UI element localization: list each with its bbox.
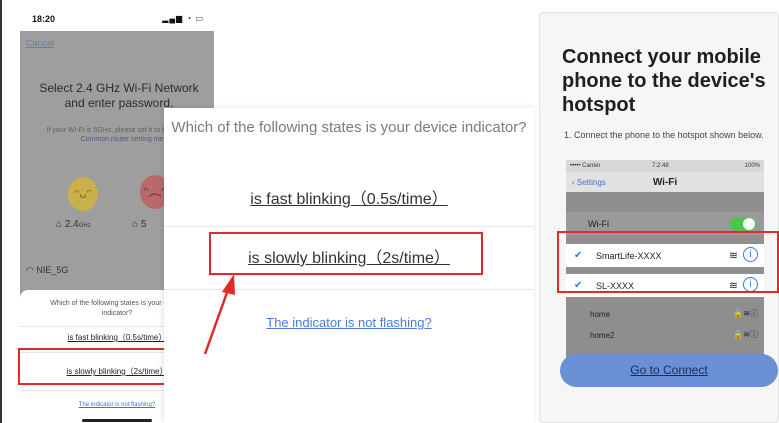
network-row[interactable]: home2 🔒≋ⓘ xyxy=(566,324,764,347)
shot-time: 7:2:48 xyxy=(652,163,669,169)
divider xyxy=(164,226,534,227)
tutorial-screenshot: 18:20 ▂▄▆ ◔ ▭ Cancel Select 2.4 GHz Wi-F… xyxy=(0,0,779,423)
home-indicator xyxy=(82,419,152,422)
zoom-question: Which of the following states is your de… xyxy=(171,119,527,136)
zoom-option-fast-blinking[interactable]: is fast blinking（0.5s/time） xyxy=(164,185,534,209)
status-time: 18:20 xyxy=(32,14,56,24)
right-panel: Connect your mobile phone to the device'… xyxy=(539,12,779,423)
cancel-link[interactable]: Cancel xyxy=(26,38,54,48)
band-2-4ghz[interactable]: ⌂ 2.4GHz xyxy=(56,219,91,230)
highlight-box-right xyxy=(557,231,779,293)
highlight-box-middle xyxy=(209,232,483,275)
status-bar: 18:20 ▂▄▆ ◔ ▭ xyxy=(20,7,214,31)
smile-face-icon: ᵔᴗᵔ xyxy=(68,177,98,211)
band-5ghz[interactable]: ⌂ 5 xyxy=(132,219,146,230)
lock-wifi-info-icon: 🔒≋ⓘ xyxy=(733,330,758,339)
router-icon: ⌂ xyxy=(132,219,139,230)
wifi-icon: ◠ xyxy=(26,265,34,275)
page-title: Select 2.4 GHz Wi-Fi Network and enter p… xyxy=(39,81,199,110)
shot-back-label: Settings xyxy=(576,178,606,187)
lock-wifi-info-icon: 🔒≋ⓘ xyxy=(733,309,758,318)
go-to-connect-button[interactable]: Go to Connect xyxy=(560,354,778,387)
signal-battery-icon: ▂▄▆ ◔ ▭ xyxy=(162,14,204,23)
shot-status-bar: ••••• Carrier 7:2:48 100% xyxy=(566,160,764,172)
zoom-not-flashing-link[interactable]: The indicator is not flashing? xyxy=(164,315,534,330)
shot-wifi-label: Wi-Fi xyxy=(588,219,609,229)
band-value: 5 xyxy=(140,219,147,230)
shot-back-link[interactable]: ‹ Settings xyxy=(572,178,606,187)
router-setting-link[interactable]: Common router setting me xyxy=(81,136,164,143)
divider xyxy=(164,289,534,290)
right-title: Connect your mobile phone to the device'… xyxy=(562,46,766,116)
frame-border xyxy=(0,0,2,423)
shot-battery: 100% xyxy=(744,163,760,169)
network-name: home xyxy=(590,310,611,319)
router-icon: ⌂ xyxy=(56,219,63,230)
wifi-network-name: NIE_5G xyxy=(36,265,69,275)
shot-nav-bar: Wi-Fi ‹ Settings xyxy=(566,172,764,192)
band-value: 2.4 xyxy=(64,219,79,230)
right-step: 1. Connect the phone to the hotspot show… xyxy=(564,130,764,140)
network-row[interactable]: home 🔒≋ⓘ xyxy=(566,303,764,326)
shot-carrier: ••••• Carrier xyxy=(570,163,601,169)
wifi-network-row[interactable]: ◠ NIE_5G xyxy=(26,265,68,276)
network-name: home2 xyxy=(590,331,615,340)
wifi-toggle[interactable] xyxy=(730,217,756,231)
band-unit: GHz xyxy=(78,223,91,229)
